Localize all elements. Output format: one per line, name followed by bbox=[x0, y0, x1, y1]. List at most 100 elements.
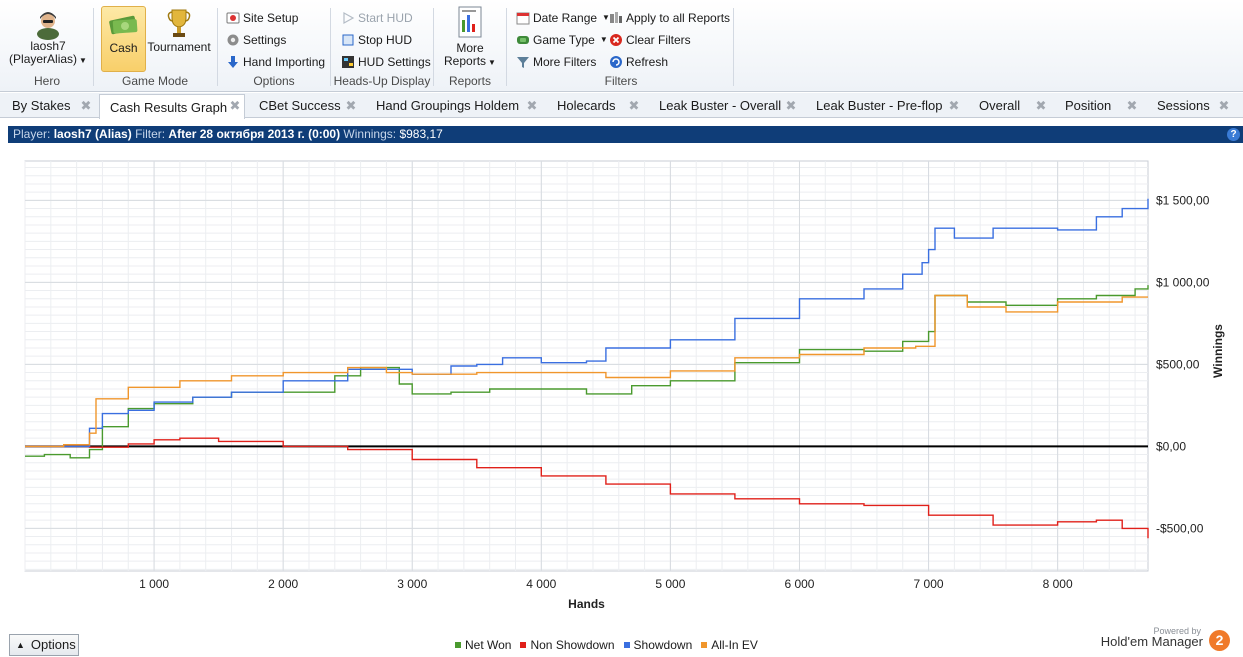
y-tick-label: $500,00 bbox=[1156, 357, 1200, 371]
legend-item[interactable]: Showdown bbox=[623, 637, 693, 653]
x-tick-label: 4 000 bbox=[526, 577, 556, 591]
winnings-value: $983,17 bbox=[399, 127, 443, 141]
start-hud-button[interactable]: Start HUD bbox=[341, 8, 413, 28]
cash-results-chart: 1 000 2 000 3 000 4 000 5 000 6 000 7 000 8 000… bbox=[0, 145, 1243, 625]
tab-by-stakes[interactable]: By Stakes bbox=[12, 93, 71, 118]
apply-to-all-reports-button[interactable]: Apply to all Reports bbox=[609, 8, 730, 28]
tab-label: Cash Results Graph bbox=[110, 100, 228, 115]
legend-swatch bbox=[520, 642, 527, 648]
chevron-up-icon: ▲ bbox=[16, 640, 25, 650]
product-name: Hold'em Manager bbox=[1100, 634, 1203, 649]
tab-leak-buster-overall[interactable]: Leak Buster - Overall bbox=[659, 93, 781, 118]
legend-label: Net Won bbox=[465, 638, 512, 652]
site-setup-icon bbox=[226, 11, 240, 25]
report-tabs: By Stakes ✖ Cash Results Graph ✖ CBet Su… bbox=[0, 93, 1243, 119]
tab-holecards[interactable]: Holecards bbox=[557, 93, 616, 118]
cash-button[interactable]: Cash bbox=[101, 6, 146, 72]
start-hud-label: Start HUD bbox=[358, 11, 413, 25]
legend-item[interactable]: All-In EV bbox=[701, 637, 758, 653]
tab-cbet-success[interactable]: CBet Success bbox=[259, 93, 341, 118]
close-icon[interactable]: ✖ bbox=[345, 93, 357, 118]
refresh-icon bbox=[609, 55, 623, 69]
close-icon[interactable]: ✖ bbox=[1218, 93, 1230, 118]
legend-swatch bbox=[623, 642, 630, 648]
stop-icon bbox=[341, 33, 355, 47]
close-icon[interactable]: ✖ bbox=[1126, 93, 1138, 118]
stop-hud-button[interactable]: Stop HUD bbox=[341, 30, 412, 50]
tab-leak-buster-preflop[interactable]: Leak Buster - Pre-flop bbox=[816, 93, 942, 118]
hud-settings-button[interactable]: HUD Settings bbox=[341, 52, 431, 72]
hand-importing-button[interactable]: Hand Importing bbox=[226, 52, 325, 72]
tab-hand-groupings-holdem[interactable]: Hand Groupings Holdem bbox=[376, 93, 519, 118]
more-reports-button[interactable]: More Reports ▼ bbox=[438, 6, 502, 72]
close-icon[interactable]: ✖ bbox=[948, 93, 960, 118]
player-value: laosh7 (Alias) bbox=[53, 127, 132, 141]
help-icon[interactable]: ? bbox=[1227, 128, 1240, 141]
settings-button[interactable]: Settings bbox=[226, 30, 286, 50]
gear-icon bbox=[226, 33, 240, 47]
hero-group-label: Hero bbox=[33, 74, 60, 88]
close-icon[interactable]: ✖ bbox=[229, 93, 241, 118]
import-arrow-icon bbox=[226, 55, 240, 69]
clear-filters-button[interactable]: Clear Filters bbox=[609, 30, 691, 50]
tournament-label: Tournament bbox=[147, 40, 211, 54]
hand-importing-label: Hand Importing bbox=[243, 55, 326, 69]
hero-alias: (PlayerAlias) ▼ bbox=[9, 52, 87, 66]
tab-position[interactable]: Position bbox=[1065, 93, 1111, 118]
x-tick-label: 7 000 bbox=[914, 577, 944, 591]
reports-group: More Reports ▼ Reports bbox=[436, 4, 504, 90]
cash-label: Cash bbox=[109, 41, 138, 55]
close-icon[interactable]: ✖ bbox=[526, 93, 538, 118]
tournament-button[interactable]: Tournament bbox=[146, 6, 212, 72]
chevron-down-icon: ▼ bbox=[599, 35, 608, 44]
tab-sessions[interactable]: Sessions bbox=[1157, 93, 1210, 118]
reports-group-label: Reports bbox=[448, 74, 492, 88]
close-icon[interactable]: ✖ bbox=[628, 93, 640, 118]
y-tick-label: $1 500,00 bbox=[1156, 193, 1210, 207]
site-setup-button[interactable]: Site Setup bbox=[226, 8, 298, 28]
filter-label: Filter: bbox=[135, 127, 166, 141]
settings-label: Settings bbox=[243, 33, 287, 47]
y-tick-label: $1 000,00 bbox=[1156, 275, 1210, 289]
refresh-label: Refresh bbox=[626, 55, 669, 69]
hud-group: Start HUD Stop HUD HUD Settings Heads-Up… bbox=[333, 4, 431, 90]
x-tick-label: 3 000 bbox=[397, 577, 427, 591]
legend-label: Showdown bbox=[633, 638, 693, 652]
apply-all-icon bbox=[609, 11, 623, 25]
more-filters-button[interactable]: More Filters bbox=[516, 52, 596, 72]
y-tick-label: $0,00 bbox=[1156, 439, 1186, 453]
chevron-down-icon: ▼ bbox=[488, 58, 496, 67]
legend-swatch bbox=[455, 642, 461, 648]
tab-cash-results-graph[interactable]: Cash Results Graph bbox=[99, 94, 245, 119]
product-logo-badge: 2 bbox=[1209, 630, 1230, 651]
x-tick-label: 8 000 bbox=[1043, 577, 1073, 591]
chart-legend: Net Won Non Showdown Showdown All-In EV bbox=[455, 637, 758, 653]
clear-icon bbox=[609, 33, 623, 47]
close-icon[interactable]: ✖ bbox=[80, 93, 92, 118]
x-tick-label: 1 000 bbox=[139, 577, 169, 591]
tab-overall[interactable]: Overall bbox=[979, 93, 1020, 118]
hud-settings-icon bbox=[341, 55, 355, 69]
legend-label: Non Showdown bbox=[530, 638, 615, 652]
options-button[interactable]: ▲ Options bbox=[9, 634, 79, 656]
player-label: Player: bbox=[13, 127, 51, 141]
hud-settings-label: HUD Settings bbox=[358, 55, 431, 69]
game-mode-group-label: Game Mode bbox=[121, 74, 189, 88]
cash-icon bbox=[108, 15, 137, 35]
refresh-button[interactable]: Refresh bbox=[609, 52, 668, 72]
close-icon[interactable]: ✖ bbox=[1035, 93, 1047, 118]
game-type-dropdown[interactable]: Game Type ▼ bbox=[516, 30, 608, 50]
y-axis-label: Winnings bbox=[1211, 324, 1225, 378]
filters-group: Date Range ▼ Game Type ▼ More Filters Appl… bbox=[509, 4, 733, 90]
legend-item[interactable]: Non Showdown bbox=[520, 637, 615, 653]
legend-item[interactable]: Net Won bbox=[455, 637, 511, 653]
game-type-label: Game Type bbox=[533, 33, 595, 47]
game-mode-group: Cash Tournament Game Mode bbox=[96, 4, 214, 90]
play-icon bbox=[341, 11, 355, 25]
hero-selector[interactable]: laosh7 (PlayerAlias) ▼ bbox=[8, 6, 88, 72]
date-range-dropdown[interactable]: Date Range ▼ bbox=[516, 8, 610, 28]
legend-label: All-In EV bbox=[711, 638, 758, 652]
close-icon[interactable]: ✖ bbox=[785, 93, 797, 118]
site-setup-label: Site Setup bbox=[243, 11, 299, 25]
plot-area bbox=[24, 160, 1149, 572]
